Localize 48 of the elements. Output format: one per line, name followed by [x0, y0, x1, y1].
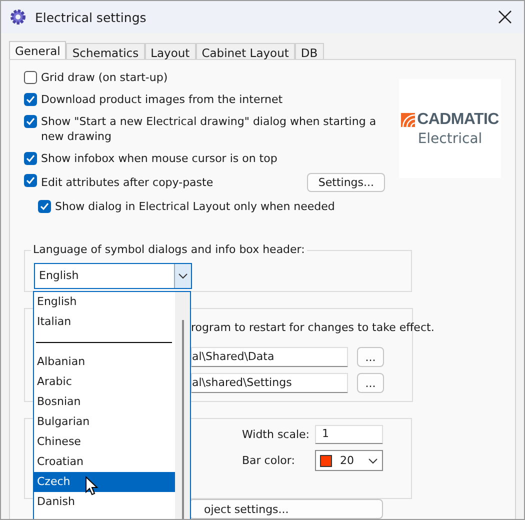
checkbox[interactable] — [24, 152, 37, 165]
group-title: Language of symbol dialogs and info box header: — [31, 243, 307, 256]
tab[interactable]: Schematics — [66, 43, 145, 59]
field-label: Width scale: — [242, 428, 311, 441]
field-label: Bar color: — [242, 454, 296, 467]
language-dropdown[interactable]: English — [34, 263, 192, 289]
checkbox[interactable] — [24, 174, 37, 187]
dropdown-item[interactable]: Czech — [34, 472, 175, 492]
gear-icon — [9, 8, 27, 26]
dropdown-item[interactable]: Bosnian — [34, 392, 175, 412]
cursor-icon — [85, 476, 99, 496]
checkbox[interactable] — [24, 115, 37, 128]
project-settings-button[interactable]: oject settings... — [189, 499, 383, 519]
checkbox[interactable] — [24, 93, 37, 106]
restart-note: rogram to restart for changes to take effect. — [191, 321, 434, 334]
dropdown-item[interactable]: Croatian — [34, 452, 175, 472]
tab[interactable]: Layout — [144, 43, 196, 59]
width-scale-field[interactable]: 1 — [315, 425, 383, 444]
logo-text: CADMATIC — [417, 110, 499, 128]
dropdown-item[interactable]: Arabic — [34, 372, 175, 392]
checkbox-label: Show "Start a new Electrical drawing" dialog when starting a new drawing — [41, 114, 378, 144]
tab[interactable]: DB — [294, 43, 324, 59]
browse-button[interactable]: ... — [357, 373, 384, 393]
tab[interactable]: Cabinet Layout — [196, 43, 295, 59]
chevron-icon — [178, 273, 188, 279]
dropdown-item[interactable]: Albanian — [34, 352, 175, 372]
checkbox[interactable] — [24, 71, 37, 84]
checkbox-label: Edit attributes after copy-paste — [41, 175, 214, 190]
dropdown-item[interactable]: Bulgarian — [34, 412, 175, 432]
settings-button[interactable]: Settings... — [307, 173, 385, 192]
logo-subtitle: Electrical — [418, 130, 482, 146]
dropdown-item[interactable]: Danish — [34, 492, 175, 512]
window-title: Electrical settings — [35, 10, 148, 24]
checkbox-label: Download product images from the internet — [41, 92, 283, 107]
scrollbar[interactable] — [175, 292, 190, 519]
checkbox-label: Show infobox when mouse cursor is on top — [41, 151, 278, 166]
color-dropdown[interactable]: 20 — [315, 450, 383, 471]
checkbox[interactable] — [38, 200, 51, 213]
checkbox-label: Show dialog in Electrical Layout only when needed — [55, 199, 335, 214]
path-field[interactable]: al\Shared\Data — [191, 347, 348, 367]
tab[interactable]: General — [9, 41, 66, 59]
dropdown-item[interactable]: Chinese — [34, 432, 175, 452]
chevron-icon — [368, 458, 378, 464]
path-field[interactable]: al\shared\Settings — [191, 373, 348, 393]
dropdown-item[interactable]: Italian — [34, 312, 175, 332]
dropdown-item[interactable]: English — [34, 292, 175, 312]
browse-button[interactable]: ... — [357, 347, 384, 367]
checkbox-label: Grid draw (on start-up) — [41, 70, 168, 85]
